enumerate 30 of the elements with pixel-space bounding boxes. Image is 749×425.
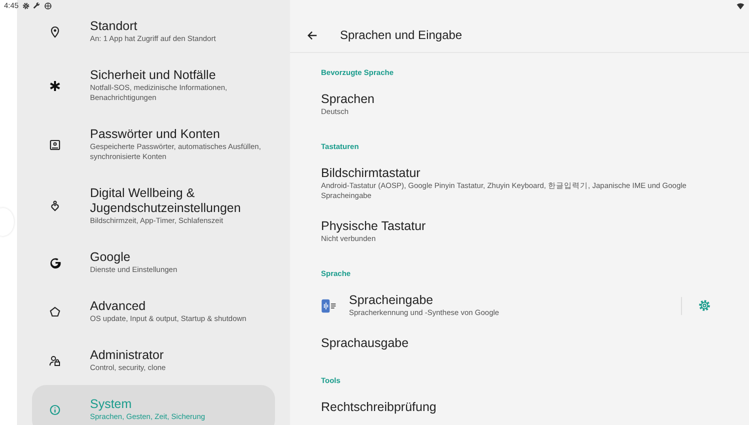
- item-title: Sicherheit und Notfälle: [90, 68, 217, 83]
- preference-title[interactable]: Physische Tastatur: [321, 219, 725, 234]
- gear-icon: [22, 2, 30, 10]
- location-pin-icon: [49, 26, 61, 38]
- preference-title[interactable]: Sprachausgabe: [321, 336, 725, 351]
- preference-title[interactable]: Rechtschreibprüfung: [321, 400, 725, 415]
- letter-g-icon: [49, 256, 62, 269]
- asterisk-icon: [49, 80, 61, 92]
- heart-person-icon: [49, 200, 61, 212]
- item-title: Passwörter und Konten: [90, 127, 221, 142]
- voice-app-icon: [321, 298, 337, 314]
- preference-title[interactable]: Sprachen: [321, 92, 725, 107]
- gear-icon: [698, 299, 711, 312]
- wifi-icon: [736, 2, 745, 10]
- item-title: Advanced: [90, 299, 147, 314]
- people-lock-icon: [49, 354, 61, 366]
- item-title: Administrator: [90, 348, 165, 363]
- wrench-icon: [32, 2, 41, 10]
- page-title: Sprachen und Eingabe: [340, 28, 462, 42]
- info-icon: [49, 404, 61, 416]
- preference-title[interactable]: Spracheingabe: [349, 293, 667, 308]
- item-title: Google: [90, 250, 132, 265]
- id-card-icon: [49, 138, 61, 150]
- globe-icon: [44, 2, 52, 10]
- pentagon-icon: [49, 306, 61, 318]
- item-title: System: [90, 397, 133, 412]
- back-arrow-icon: [307, 30, 318, 40]
- preference-title[interactable]: Bildschirmtastatur: [321, 166, 725, 181]
- item-title: Standort: [90, 19, 138, 34]
- item-title: Digital Wellbeing & Jugendschutzeinstellungen: [90, 186, 242, 216]
